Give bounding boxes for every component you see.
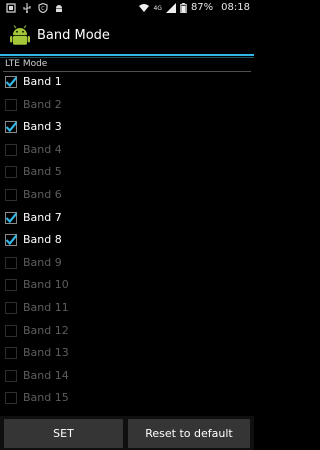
checkbox-unchecked-icon[interactable] [5,369,17,382]
action-bar-divider [0,54,254,56]
band-label: Band 3 [23,120,62,134]
shield-icon: C [38,3,48,13]
band-item[interactable]: Band 3 [0,116,254,139]
band-label: Band 12 [23,323,69,337]
wifi-icon [139,4,150,12]
checkbox-checked-icon[interactable] [5,121,17,134]
band-item[interactable]: Band 14 [0,365,254,388]
band-label: Band 7 [23,210,62,224]
checkbox-unchecked-icon[interactable] [5,188,17,201]
checkbox-checked-icon[interactable] [5,76,17,88]
band-list: Band 1 Band 2 Band 3 Band 4 Band 5 Band 6 Band… [0,71,254,410]
band-label: Band 5 [23,165,62,179]
android-icon [56,5,62,12]
android-app-icon[interactable] [9,25,31,47]
band-item[interactable]: Band 9 [0,252,254,275]
checkbox-unchecked-icon[interactable] [5,392,17,405]
band-label: Band 2 [23,97,62,111]
checkbox-unchecked-icon[interactable] [5,256,17,269]
band-item[interactable]: Band 12 [0,320,254,343]
action-bar: Band Mode [0,18,254,54]
band-item[interactable]: Band 7 [0,207,254,230]
reset-to-default-button[interactable]: Reset to default [128,419,250,448]
checkbox-unchecked-icon[interactable] [5,301,17,314]
set-button[interactable]: SET [4,419,123,448]
notification-icon [6,3,16,13]
battery-icon [180,3,187,13]
band-label: Band 14 [23,368,69,382]
page-title: Band Mode [37,28,110,43]
section-header: LTE Mode [5,59,48,69]
band-item[interactable]: Band 2 [0,94,254,117]
checkbox-checked-icon[interactable] [5,211,17,224]
signal-icon [165,3,176,13]
band-label: Band 9 [23,255,62,269]
band-item[interactable]: Band 13 [0,342,254,365]
checkbox-unchecked-icon[interactable] [5,143,17,156]
band-item[interactable]: Band 11 [0,297,254,320]
status-bar-left-icons: C [6,3,64,13]
band-item[interactable]: Band 4 [0,139,254,162]
band-label: Band 15 [23,391,69,405]
clock: 08:18 [221,2,250,13]
checkbox-checked-icon[interactable] [5,234,17,247]
network-type: 4G [153,4,162,12]
band-label: Band 6 [23,187,62,201]
action-bar-divider-shadow [0,57,254,58]
band-label: Band 8 [23,233,62,247]
band-item[interactable]: Band 15 [0,387,254,410]
band-label: Band 1 [23,75,62,88]
svg-text:C: C [41,6,45,12]
band-item[interactable]: Band 5 [0,161,254,184]
battery-percent: 87% [190,2,214,13]
checkbox-unchecked-icon[interactable] [5,279,17,292]
band-label: Band 13 [23,346,69,360]
checkbox-unchecked-icon[interactable] [5,98,17,111]
band-item[interactable]: Band 6 [0,184,254,207]
button-bar: SET Reset to default [0,416,254,450]
checkbox-unchecked-icon[interactable] [5,166,17,179]
band-item[interactable]: Band 10 [0,274,254,297]
checkbox-unchecked-icon[interactable] [5,324,17,337]
band-item[interactable]: Band 1 [0,71,254,94]
band-label: Band 11 [23,300,69,314]
band-item[interactable]: Band 8 [0,229,254,252]
usb-icon [23,3,31,13]
checkbox-unchecked-icon[interactable] [5,347,17,360]
status-bar-right: 4G 87% 08:18 [139,2,250,14]
band-label: Band 10 [23,278,69,292]
band-label: Band 4 [23,142,62,156]
status-bar: C 4G 87% 08:18 [0,0,254,18]
